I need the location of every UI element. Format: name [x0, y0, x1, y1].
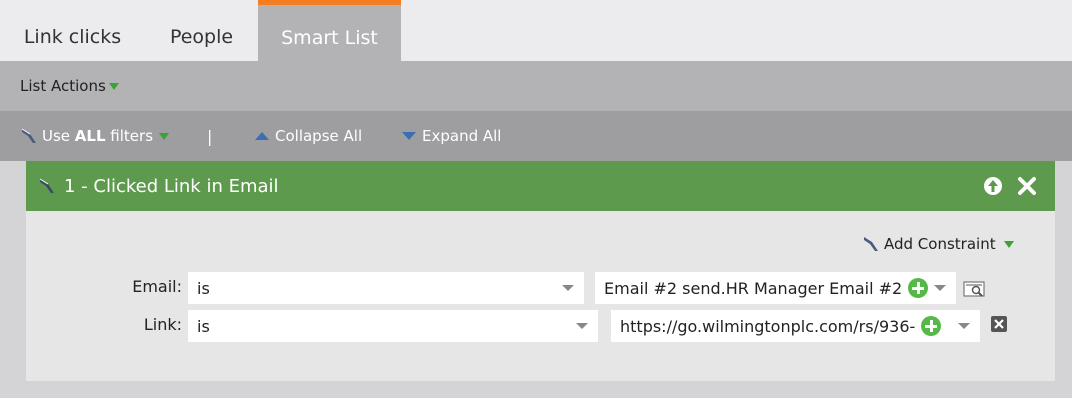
chevron-down-icon: [934, 285, 946, 291]
funnel-icon: [39, 178, 54, 193]
dropdown-arrow-icon: [1003, 240, 1014, 248]
link-value-select[interactable]: https://go.wilmingtonplc.com/rs/936-: [611, 310, 980, 342]
email-value: Email #2 send.HR Manager Email #2: [604, 278, 903, 298]
tab-people[interactable]: People: [145, 0, 258, 61]
link-operator-select[interactable]: is: [188, 310, 598, 342]
dropdown-arrow-icon: [159, 132, 170, 140]
use-filters-suffix: filters: [105, 127, 154, 145]
add-value-icon[interactable]: [908, 278, 929, 298]
email-operator-select[interactable]: is: [188, 272, 584, 304]
expand-all-label: Expand All: [422, 127, 502, 145]
list-actions-menu[interactable]: List Actions: [20, 77, 119, 95]
use-filters-bold: ALL: [74, 127, 106, 145]
filter-card: 1 - Clicked Link in Email Add Constraint…: [26, 161, 1055, 381]
filter-header: 1 - Clicked Link in Email: [26, 161, 1055, 211]
remove-row-icon[interactable]: [990, 315, 1008, 333]
funnel-icon: [21, 128, 36, 143]
tab-link-clicks[interactable]: Link clicks: [0, 0, 145, 61]
add-constraint-label: Add Constraint: [884, 235, 996, 253]
expand-all-button[interactable]: Expand All: [402, 111, 501, 161]
link-row-label: Link:: [143, 315, 182, 334]
expand-icon: [402, 132, 416, 140]
tab-bar: Link clicks People Smart List: [0, 0, 1072, 61]
add-constraint-button[interactable]: Add Constraint: [862, 233, 1014, 255]
collapse-all-label: Collapse All: [275, 127, 363, 145]
toolbar-separator: |: [207, 126, 213, 146]
link-operator-value: is: [197, 316, 210, 336]
email-operator-value: is: [197, 278, 210, 298]
link-value: https://go.wilmingtonplc.com/rs/936-: [620, 316, 916, 336]
move-up-icon[interactable]: [983, 176, 1003, 196]
dropdown-arrow-icon: [108, 83, 119, 90]
collapse-icon: [255, 132, 269, 140]
email-row-label: Email:: [132, 277, 182, 296]
use-filters-prefix: Use: [42, 127, 75, 145]
use-filters-menu[interactable]: Use ALL filters: [20, 111, 170, 161]
preview-icon[interactable]: [963, 279, 987, 299]
chevron-down-icon: [562, 285, 574, 291]
filter-toolbar: Use ALL filters | Collapse All Expand Al…: [0, 111, 1072, 161]
close-icon[interactable]: [1017, 176, 1037, 196]
collapse-all-button[interactable]: Collapse All: [255, 111, 362, 161]
email-value-select[interactable]: Email #2 send.HR Manager Email #2: [595, 272, 956, 304]
chevron-down-icon: [958, 323, 970, 329]
filter-title: 1 - Clicked Link in Email: [64, 175, 279, 197]
funnel-icon: [864, 237, 878, 251]
list-actions-bar: List Actions: [0, 61, 1072, 111]
list-actions-label: List Actions: [20, 77, 106, 95]
chevron-down-icon: [576, 323, 588, 329]
tab-smart-list[interactable]: Smart List: [258, 0, 401, 61]
add-value-icon[interactable]: [921, 316, 942, 336]
